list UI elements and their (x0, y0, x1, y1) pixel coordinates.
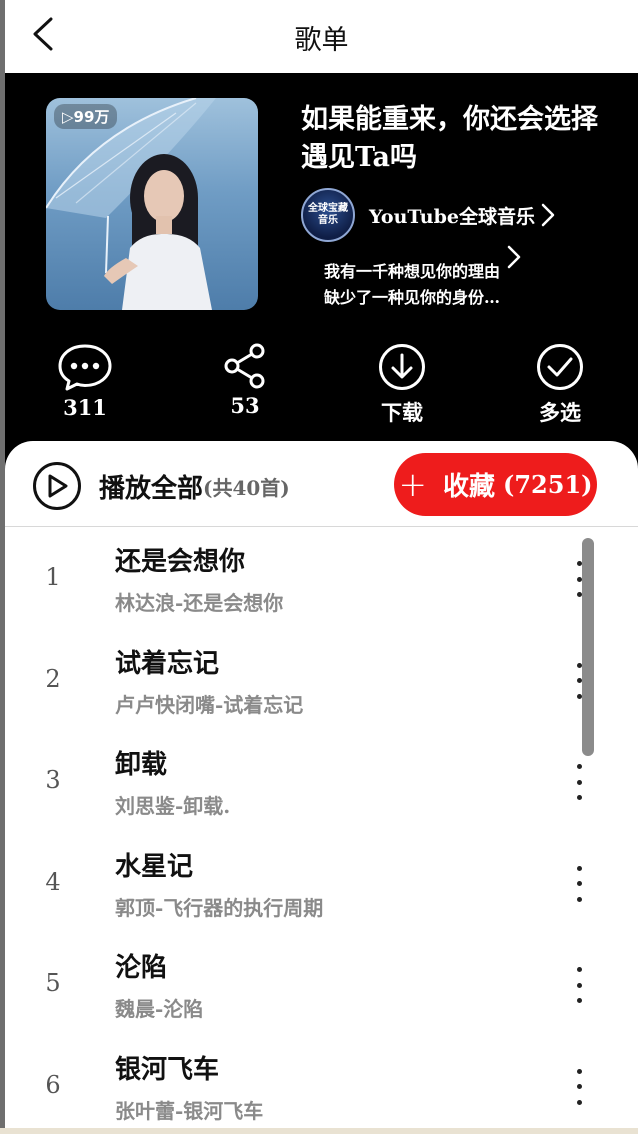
share-count: 53 (230, 393, 260, 418)
description-line1: 我有一千种想见你的理由 (323, 262, 500, 281)
song-title: 沦陷 (115, 953, 168, 983)
collect-count: (7251) (503, 470, 593, 499)
play-all-label: 播放全部 (99, 473, 204, 504)
song-row[interactable]: 1 还是会想你 林达浪-还是会想你 (5, 527, 638, 629)
play-all-button[interactable]: 播放全部 (共40首) (33, 461, 290, 511)
song-row[interactable]: 5 沦陷 魏晨-沦陷 (5, 933, 638, 1035)
song-title: 银河飞车 (115, 1054, 220, 1085)
comment-count: 311 (63, 395, 107, 420)
song-subtitle: 张叶蕾-银河飞车 (115, 1098, 264, 1123)
description-line2: 缺少了一种见你的身份… (323, 288, 500, 307)
song-title: 卸载 (115, 750, 168, 780)
chevron-right-icon (507, 245, 521, 269)
song-subtitle: 郭顶-飞行器的执行周期 (115, 895, 324, 920)
creator-link[interactable]: 全球宝藏 音乐 YouTube全球音乐 (301, 188, 555, 242)
creator-name: YouTube全球音乐 (369, 205, 535, 228)
more-vertical-icon[interactable] (567, 865, 591, 902)
playlist-header: ▷99万 如果能重来，你还会选择遇见Ta吗 全球宝藏 音乐 YouTube全球音… (5, 73, 638, 473)
collect-button[interactable]: + 收藏 (7251) (394, 453, 597, 516)
download-label: 下载 (381, 400, 423, 425)
more-vertical-icon[interactable] (567, 764, 591, 800)
play-icon (48, 474, 68, 498)
scrollbar-thumb[interactable] (582, 538, 594, 756)
top-bar: 歌单 (5, 0, 638, 73)
song-list: 1 还是会想你 林达浪-还是会想你 2 试着忘记 卢卢快闭嘴-试着忘记 3 卸载… (5, 527, 638, 1134)
song-row[interactable]: 4 水星记 郭顶-飞行器的执行周期 (5, 832, 638, 934)
song-row[interactable]: 3 卸载 刘思鉴-卸载. (5, 730, 638, 832)
song-subtitle: 魏晨-沦陷 (115, 997, 204, 1021)
chevron-right-icon (541, 203, 555, 227)
more-vertical-icon[interactable] (567, 1068, 591, 1105)
playlist-description[interactable]: 我有一千种想见你的理由 缺少了一种见你的身份… (307, 259, 517, 311)
song-row[interactable]: 2 试着忘记 卢卢快闭嘴-试着忘记 (5, 629, 638, 731)
song-list-panel: 播放全部 (共40首) + 收藏 (7251) 1 还是会想你 林达浪-还是会想… (5, 441, 638, 1134)
collect-label: 收藏 (442, 472, 495, 502)
avatar-text-line2: 音乐 (318, 215, 338, 226)
song-subtitle: 刘思鉴-卸载. (115, 794, 231, 818)
page-title: 歌单 (294, 25, 349, 56)
song-index: 2 (45, 664, 61, 693)
share-icon (224, 343, 265, 389)
song-index: 3 (45, 766, 61, 794)
comment-button[interactable]: 311 (40, 343, 130, 420)
song-row[interactable]: 6 银河飞车 张叶蕾-银河飞车 (5, 1035, 638, 1134)
multiselect-button[interactable]: 多选 (515, 343, 605, 427)
song-title: 还是会想你 (115, 547, 246, 577)
comment-bubble-icon (58, 344, 112, 391)
avatar-text-line1: 全球宝藏 (308, 203, 348, 214)
song-title: 水星记 (115, 851, 194, 882)
download-button[interactable]: 下载 (357, 343, 447, 427)
cover-image (46, 98, 216, 310)
download-circle-icon (379, 344, 425, 390)
song-subtitle: 林达浪-还是会想你 (115, 591, 284, 615)
play-count-badge: ▷99万 (54, 104, 118, 129)
song-index: 1 (45, 563, 61, 591)
song-index: 6 (45, 1070, 61, 1099)
play-all-count: (共40首) (203, 475, 290, 500)
song-title: 试着忘记 (115, 648, 220, 679)
song-index: 4 (45, 867, 61, 896)
playlist-cover[interactable]: ▷99万 (46, 98, 258, 310)
action-bar: 311 53 下载 多选 (5, 343, 638, 433)
creator-avatar: 全球宝藏 音乐 (301, 188, 355, 242)
playlist-title: 如果能重来，你还会选择遇见Ta吗 (301, 104, 598, 173)
multiselect-label: 多选 (539, 400, 581, 425)
play-circle-icon (33, 462, 81, 510)
song-index: 5 (45, 969, 61, 997)
check-circle-icon (537, 344, 583, 390)
more-vertical-icon[interactable] (567, 967, 591, 1003)
plus-icon: + (398, 464, 427, 505)
bottom-edge (0, 1128, 638, 1134)
song-subtitle: 卢卢快闭嘴-试着忘记 (115, 692, 304, 717)
share-button[interactable]: 53 (200, 343, 290, 418)
